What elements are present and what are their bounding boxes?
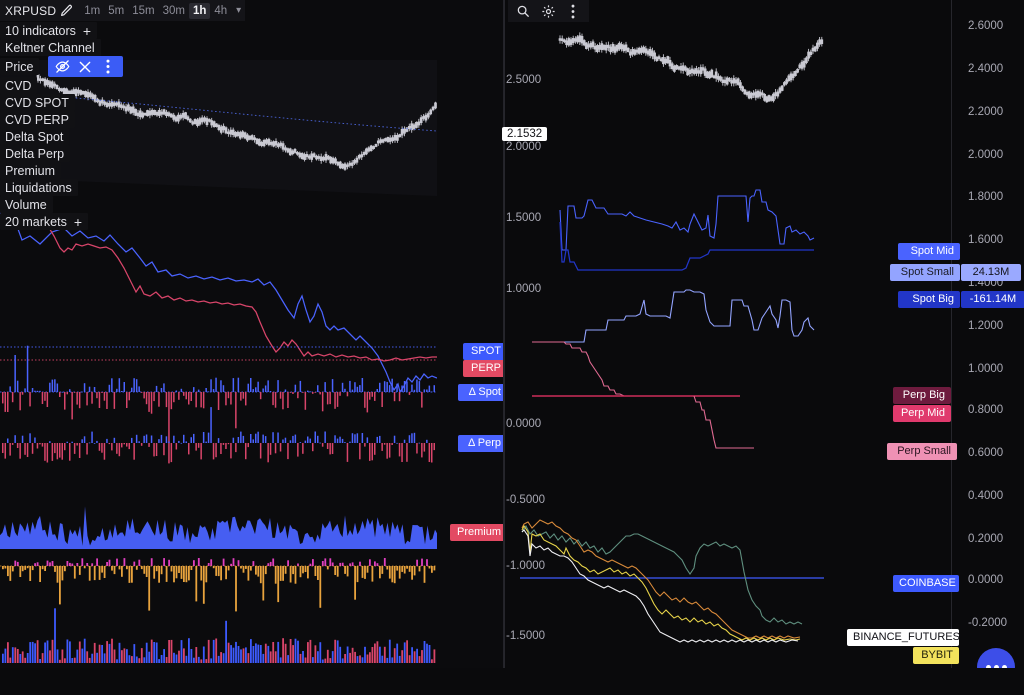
panel-divider-left — [504, 0, 505, 668]
axis-tick-label: 1.0000 — [506, 283, 541, 295]
legend-item-cvd[interactable]: CVD — [0, 77, 37, 94]
timeframe-4h[interactable]: 4h — [210, 3, 231, 19]
axis-tick-label: 1.8000 — [968, 191, 1003, 203]
indicator-count[interactable]: 10 indicators + — [0, 22, 97, 39]
value-tag-name[interactable]: Spot Mid — [898, 243, 960, 260]
timeframe-30m[interactable]: 30m — [159, 3, 189, 19]
legend-item-delta-perp[interactable]: Delta Perp — [0, 145, 70, 162]
indicator-legend[interactable]: 10 indicators + Keltner Channel Price — [0, 22, 123, 230]
legend-item-volume[interactable]: Volume — [0, 196, 53, 213]
value-tag-name[interactable]: Δ Spot — [458, 384, 504, 401]
panel-divider-right — [951, 0, 952, 668]
value-tag-name[interactable]: Perp Mid — [893, 405, 951, 422]
legend-item-premium[interactable]: Premium — [0, 162, 61, 179]
value-tag-name[interactable]: Perp Big — [893, 387, 951, 404]
current-price-tag: 2.1532 — [502, 127, 547, 141]
timeframe-1h[interactable]: 1h — [189, 3, 210, 19]
axis-tick-label: 2.0000 — [506, 141, 541, 153]
axis-tick-label: 2.6000 — [968, 20, 1003, 32]
value-tag-value: 24.13M — [961, 264, 1021, 281]
axis-tick-label: 0.8000 — [968, 404, 1003, 416]
chart-toolbar[interactable] — [508, 0, 589, 22]
legend-item-delta-spot[interactable]: Delta Spot — [0, 128, 69, 145]
search-icon[interactable] — [515, 3, 531, 19]
value-tag-name[interactable]: PERP — [463, 360, 504, 377]
axis-tick-label: 2.2000 — [968, 106, 1003, 118]
axis-tick-label: 1.6000 — [968, 234, 1003, 246]
value-tag-name[interactable]: Spot Big — [898, 291, 960, 308]
value-tag-name[interactable]: Premium — [450, 524, 504, 541]
value-tag-name[interactable]: Spot Small — [890, 264, 960, 281]
axis-tick-label: 1.2000 — [968, 320, 1003, 332]
legend-item-liquidations[interactable]: Liquidations — [0, 179, 78, 196]
pencil-icon[interactable] — [60, 4, 73, 17]
axis-tick-label: 0.6000 — [968, 447, 1003, 459]
right-chart-svg — [504, 0, 951, 668]
more-vertical-icon[interactable] — [565, 3, 581, 19]
value-tag-name[interactable]: Δ Perp — [458, 435, 504, 452]
bottom-bar — [0, 668, 1024, 695]
symbol-label[interactable]: XRPUSD — [5, 4, 56, 18]
axis-tick-label: 0.2000 — [968, 533, 1003, 545]
legend-item-cvd-spot[interactable]: CVD SPOT — [0, 94, 75, 111]
left-chart-panel[interactable]: XRPUSD 1m 5m 15m 30m 1h 4h ▾ 10 indicato… — [0, 0, 504, 668]
timeframe-5m[interactable]: 5m — [104, 3, 128, 19]
axis-tick-label: 2.4000 — [968, 63, 1003, 75]
legend-item-keltner-channel[interactable]: Keltner Channel — [0, 39, 101, 56]
axis-tick-label: -0.5000 — [506, 494, 545, 506]
axis-tick-label: -0.2000 — [968, 617, 1007, 629]
axis-tick-label: 1.0000 — [968, 363, 1003, 375]
value-tag-name[interactable]: Perp Small — [887, 443, 957, 460]
axis-tick-label: -1.5000 — [506, 630, 545, 642]
legend-hover-toolbar[interactable] — [48, 56, 123, 77]
axis-tick-label: -1.0000 — [506, 560, 545, 572]
axis-tick-label: 0.0000 — [506, 418, 541, 430]
value-tag-name[interactable]: SPOT — [463, 343, 504, 360]
axis-tick-label: 1.5000 — [506, 212, 541, 224]
legend-item-cvd-perp[interactable]: CVD PERP — [0, 111, 75, 128]
right-plot-area[interactable] — [504, 0, 951, 668]
value-tag-name[interactable]: COINBASE — [893, 575, 959, 592]
axis-tick-label: 2.5000 — [506, 74, 541, 86]
axis-tick-label: 2.0000 — [968, 149, 1003, 161]
chevron-down-icon[interactable]: ▾ — [236, 5, 241, 16]
markets-count[interactable]: 20 markets + — [0, 213, 88, 230]
axis-tick-label: 0.0000 — [968, 574, 1003, 586]
gear-icon[interactable] — [540, 3, 556, 19]
value-tag-name[interactable]: BINANCE_FUTURES — [847, 629, 959, 646]
close-icon[interactable] — [74, 56, 97, 77]
more-icon[interactable] — [97, 56, 120, 77]
axis-tick-label: 0.4000 — [968, 490, 1003, 502]
value-tag-value: -161.14M — [961, 291, 1024, 308]
timeframe-1m[interactable]: 1m — [80, 3, 104, 19]
value-tag-name[interactable]: BYBIT — [913, 647, 959, 664]
chart-header[interactable]: XRPUSD 1m 5m 15m 30m 1h 4h ▾ — [0, 0, 245, 21]
legend-item-price[interactable]: Price — [0, 58, 39, 75]
hide-icon[interactable] — [51, 56, 74, 77]
timeframe-15m[interactable]: 15m — [128, 3, 158, 19]
trading-terminal: XRPUSD 1m 5m 15m 30m 1h 4h ▾ 10 indicato… — [0, 0, 1024, 695]
